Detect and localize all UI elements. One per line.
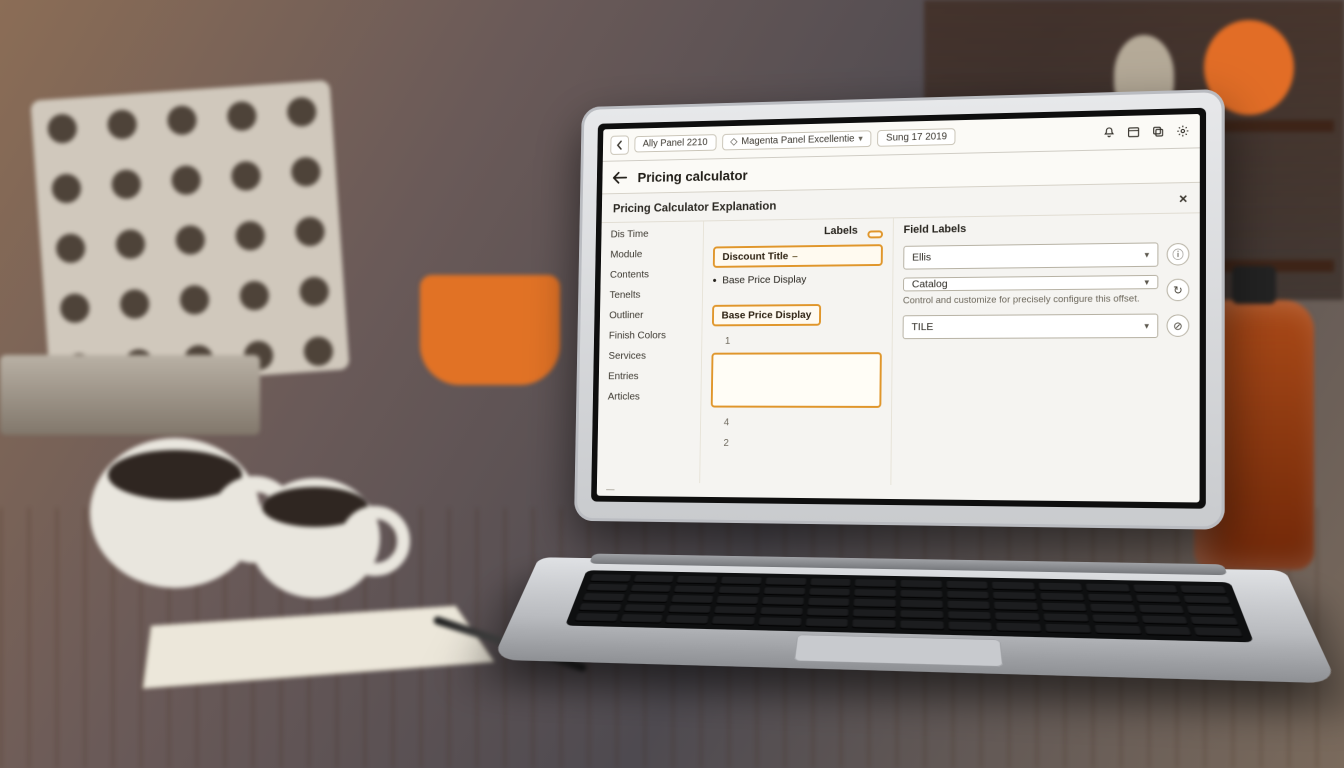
label-chip-base[interactable]: Base Price Display <box>712 304 821 326</box>
sidebar-nav: Dis Time Module Contents Tenelts Outline… <box>597 221 704 483</box>
screen: Ally Panel 2210 ◇ Magenta Panel Excellen… <box>597 114 1200 503</box>
copy-icon <box>1151 125 1164 138</box>
breadcrumb-2-label: Magenta Panel Excellentie <box>741 134 854 147</box>
info-button[interactable]: ⓘ <box>1167 243 1190 266</box>
sidebar-item-outliner[interactable]: Outliner <box>609 309 692 321</box>
sidebar-item-articles[interactable]: Articles <box>608 391 691 403</box>
label-chip-base-text: Base Price Display <box>721 309 811 321</box>
sidebar-item-module[interactable]: Module <box>610 248 693 261</box>
breadcrumb-1-label: Ally Panel 2210 <box>643 137 708 149</box>
content-area: Dis Time Module Contents Tenelts Outline… <box>597 213 1200 488</box>
bell-icon <box>1102 126 1115 139</box>
chevron-down-icon: ▾ <box>1144 249 1149 260</box>
labels-header: Labels <box>824 225 858 237</box>
close-button[interactable]: × <box>1179 190 1187 206</box>
aux-row-1: 1 <box>712 335 882 347</box>
label-chip-discount[interactable]: Discount Title – <box>713 244 883 268</box>
settings-button[interactable] <box>1173 122 1192 141</box>
field-labels-column: Field Labels Ellis ▾ ⓘ Catalog ▾ <box>891 213 1199 488</box>
breadcrumb-3[interactable]: Sung 17 2019 <box>877 128 956 147</box>
label-chip-blank[interactable] <box>867 230 883 238</box>
diamond-icon: ◇ <box>730 137 737 148</box>
clear-icon: ⊘ <box>1173 319 1183 332</box>
chevron-down-icon: ▾ <box>858 133 863 144</box>
sidebar-item-tenelts[interactable]: Tenelts <box>610 289 693 301</box>
sidebar-item-contents[interactable]: Contents <box>610 268 693 281</box>
label-chip-discount-dash: – <box>792 250 798 262</box>
page-title: Pricing calculator <box>637 167 747 185</box>
field-row-1: Ellis ▾ ⓘ <box>903 242 1189 270</box>
select-catalog-value: Catalog <box>912 278 948 290</box>
bullet-base-price-text: Base Price Display <box>722 274 806 287</box>
laptop: Ally Panel 2210 ◇ Magenta Panel Excellen… <box>571 88 1267 687</box>
sidebar-item-finishcolors[interactable]: Finish Colors <box>609 329 692 341</box>
field-row-2: Catalog ▾ Control and customize for prec… <box>903 275 1190 308</box>
select-catalog[interactable]: Catalog ▾ <box>903 275 1158 292</box>
field-row-3: TILE ▾ ⊘ <box>903 314 1190 340</box>
field-labels-header: Field Labels <box>904 220 1190 236</box>
trackpad <box>794 635 1003 667</box>
panel-icon <box>1126 126 1139 139</box>
laptop-base <box>492 557 1337 683</box>
panel-button[interactable] <box>1124 123 1142 142</box>
sidebar-item-services[interactable]: Services <box>608 350 691 362</box>
chevron-down-icon: ▾ <box>1144 276 1149 287</box>
breadcrumb-3-label: Sung 17 2019 <box>886 131 947 143</box>
chevron-left-icon <box>615 140 624 150</box>
notifications-button[interactable] <box>1099 124 1117 143</box>
field-hint: Control and customize for precisely conf… <box>903 293 1158 308</box>
select-tile[interactable]: TILE ▾ <box>903 314 1159 340</box>
refresh-button[interactable]: ↻ <box>1167 279 1190 302</box>
info-icon: ⓘ <box>1172 246 1183 262</box>
aux-row-3: 2 <box>710 438 881 450</box>
labels-column: Labels Discount Title – Base Price Displ… <box>700 218 894 485</box>
chevron-down-icon: ▾ <box>1144 321 1149 332</box>
aux-row-2: 4 <box>710 417 881 429</box>
arrow-left-icon <box>612 170 629 184</box>
laptop-lid: Ally Panel 2210 ◇ Magenta Panel Excellen… <box>574 89 1225 530</box>
breadcrumb-2[interactable]: ◇ Magenta Panel Excellentie ▾ <box>722 130 872 150</box>
label-chip-discount-text: Discount Title <box>722 250 788 263</box>
clear-button[interactable]: ⊘ <box>1167 315 1190 338</box>
label-dropzone[interactable] <box>711 352 882 408</box>
refresh-icon: ↻ <box>1173 283 1183 296</box>
select-ellis-value: Ellis <box>912 251 931 263</box>
keyboard <box>565 570 1254 642</box>
nav-back-button[interactable] <box>610 135 629 155</box>
bullet-base-price: Base Price Display <box>713 272 883 288</box>
page-back-button[interactable] <box>612 170 629 184</box>
copy-button[interactable] <box>1148 122 1166 141</box>
select-ellis[interactable]: Ellis ▾ <box>903 242 1158 269</box>
breadcrumb-1[interactable]: Ally Panel 2210 <box>634 134 716 152</box>
section-title: Pricing Calculator Explanation <box>613 198 777 214</box>
select-tile-value: TILE <box>911 321 933 333</box>
sidebar-item-distime[interactable]: Dis Time <box>611 227 694 240</box>
sidebar-item-entries[interactable]: Entries <box>608 370 691 382</box>
gear-icon <box>1176 124 1189 137</box>
